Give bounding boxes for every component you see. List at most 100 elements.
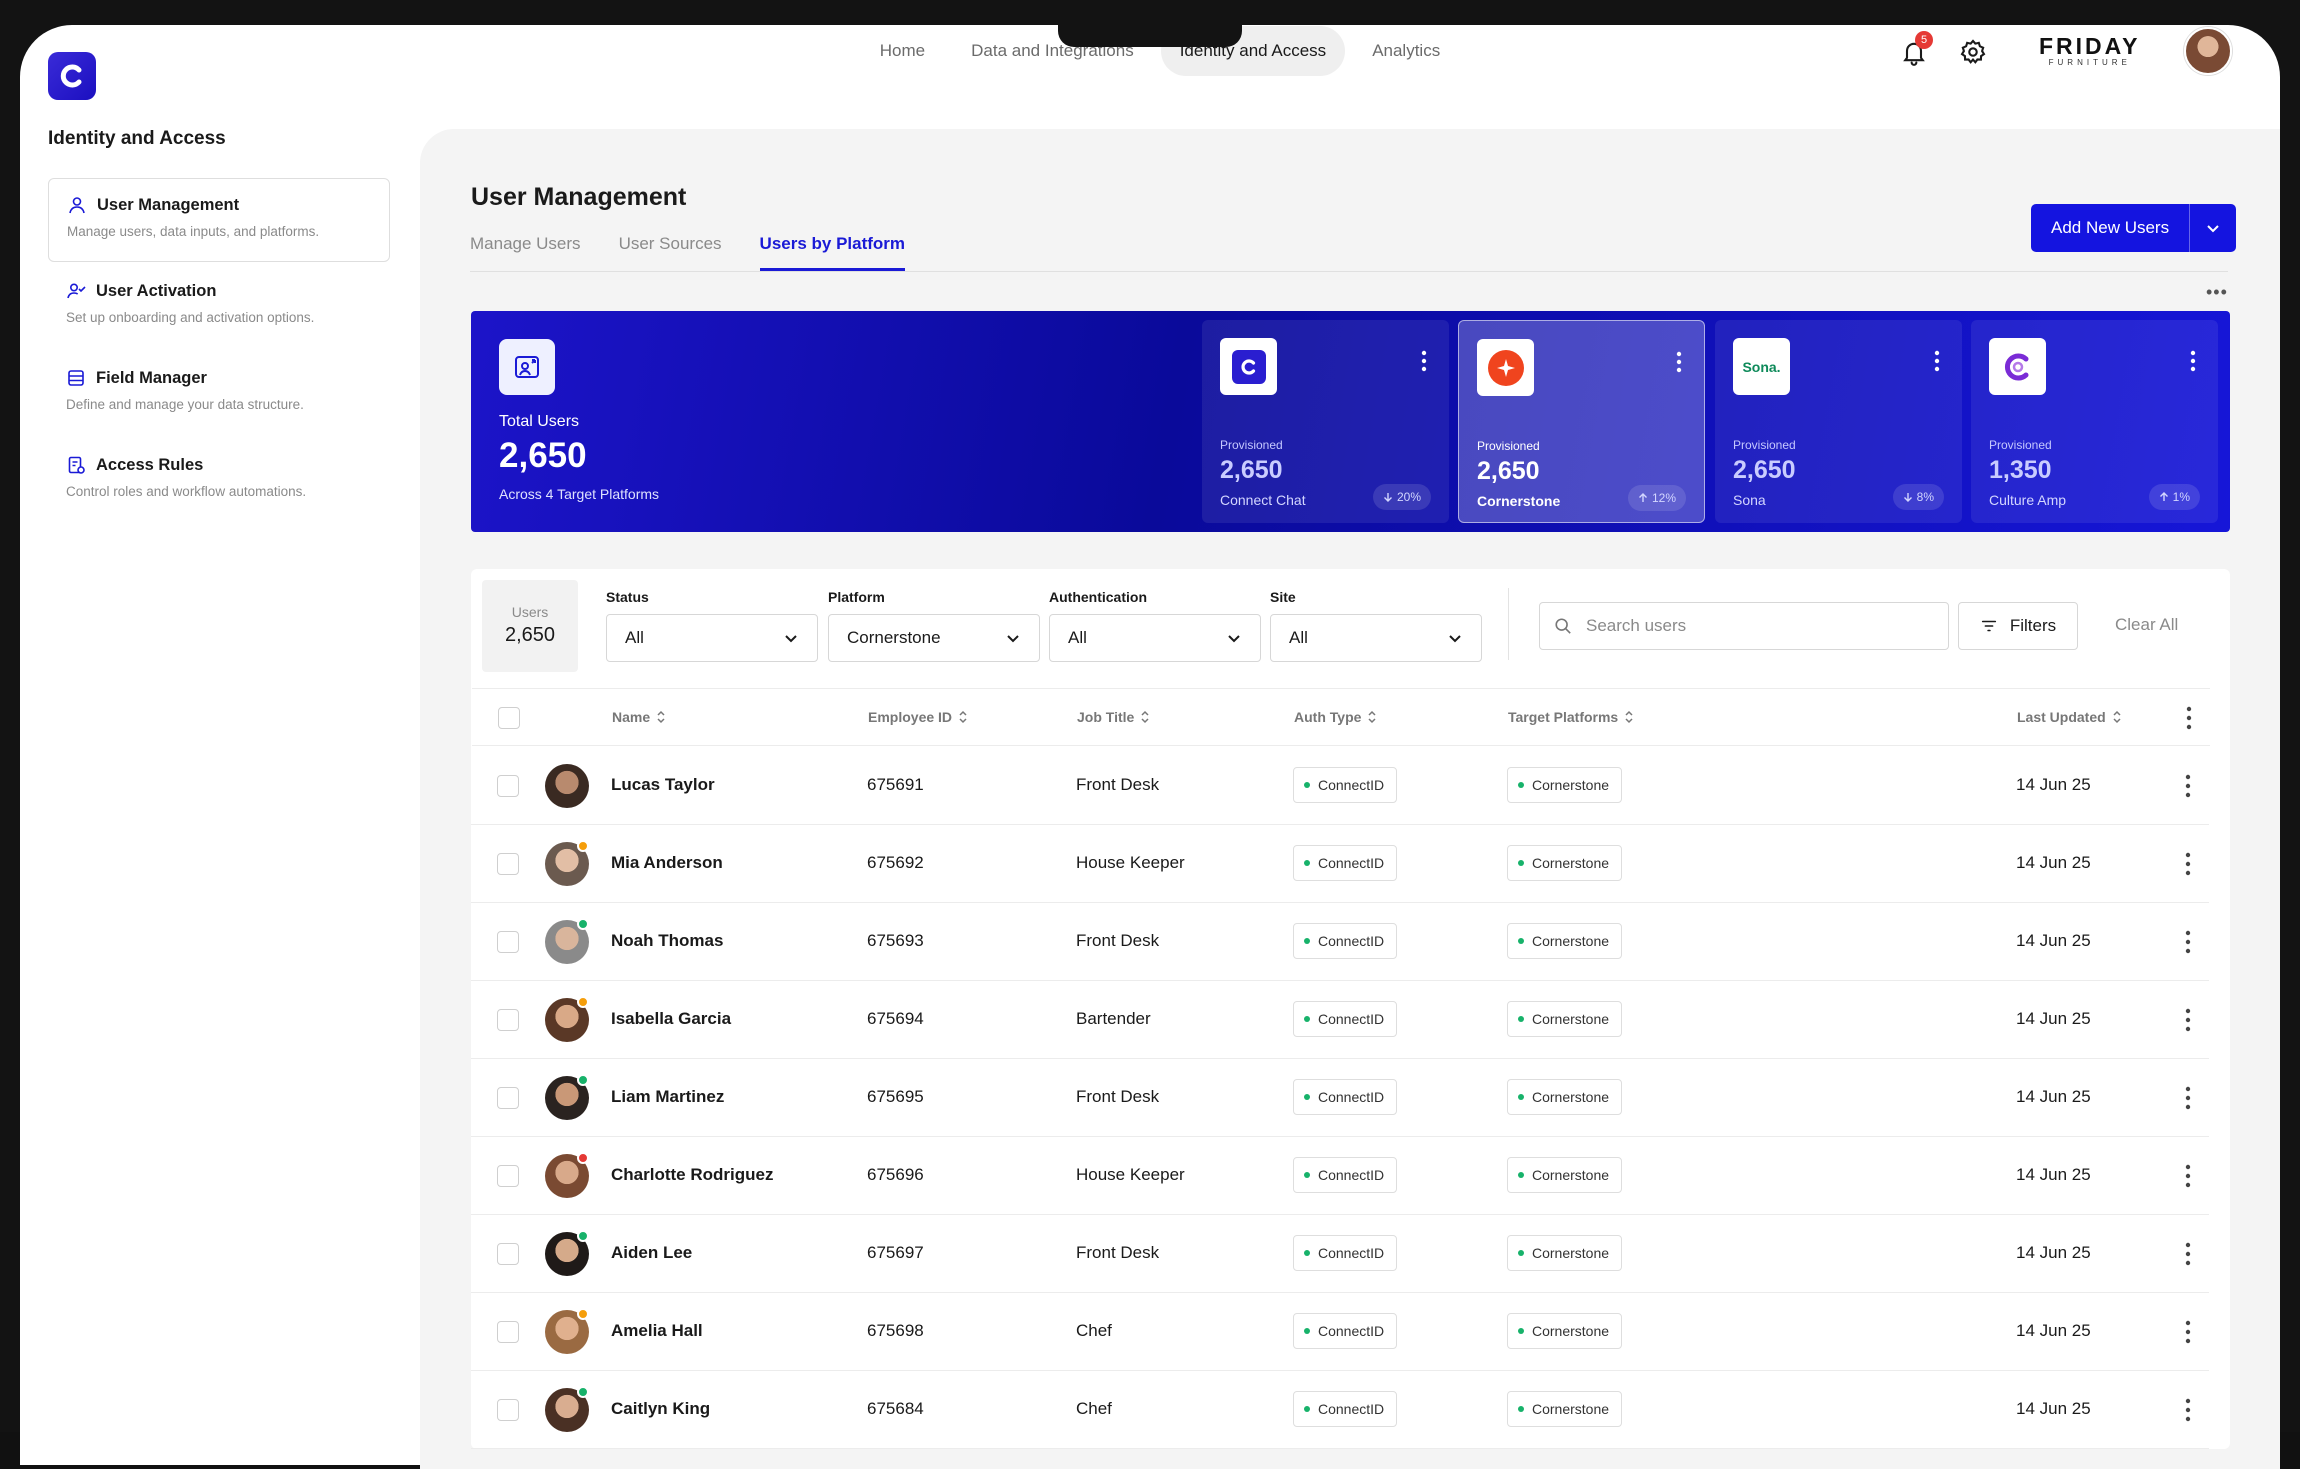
sort-icon — [1141, 710, 1149, 724]
platform-card-culture-amp[interactable]: Provisioned 1,350 Culture Amp 1% — [1971, 320, 2218, 523]
header-auth-type[interactable]: Auth Type — [1294, 709, 1377, 725]
tab-manage-users[interactable]: Manage Users — [470, 234, 581, 271]
status-dot — [1304, 1016, 1310, 1022]
user-name[interactable]: Amelia Hall — [611, 1321, 703, 1341]
table-row[interactable]: Noah Thomas 675693 Front Desk ConnectID Corn… — [471, 903, 2209, 981]
add-users-dropdown-toggle[interactable] — [2190, 204, 2236, 252]
column-options-icon[interactable] — [2185, 703, 2193, 733]
platform-card-sona[interactable]: Sona. Provisioned 2,650 Sona 8% — [1715, 320, 1962, 523]
table-row[interactable]: Lucas Taylor 675691 Front Desk ConnectID Cor… — [471, 747, 2209, 825]
card-menu-icon[interactable] — [2190, 350, 2196, 372]
status-select[interactable]: All — [606, 614, 818, 662]
nav-home[interactable]: Home — [861, 26, 944, 76]
chevron-down-icon — [785, 635, 797, 643]
tab-users-by-platform[interactable]: Users by Platform — [759, 234, 906, 271]
user-name[interactable]: Lucas Taylor — [611, 775, 715, 795]
table-row[interactable]: Charlotte Rodriguez 675696 House Keeper Con… — [471, 1137, 2209, 1215]
status-dot — [1304, 860, 1310, 866]
row-checkbox[interactable] — [497, 1321, 519, 1343]
header-last-updated-label: Last Updated — [2017, 709, 2106, 725]
card-menu-icon[interactable] — [1934, 350, 1940, 372]
provisioned-value: 1,350 — [1989, 456, 2052, 484]
job-title: Front Desk — [1076, 1243, 1160, 1262]
row-menu-icon[interactable] — [2184, 849, 2192, 879]
row-menu-icon[interactable] — [2184, 1161, 2192, 1191]
authentication-select[interactable]: All — [1049, 614, 1261, 662]
settings-gear-icon[interactable] — [1959, 38, 1987, 66]
tab-user-sources[interactable]: User Sources — [619, 234, 722, 271]
table-row[interactable]: Liam Martinez 675695 Front Desk ConnectID Co… — [471, 1059, 2209, 1137]
row-menu-icon[interactable] — [2184, 1395, 2192, 1425]
header-job-title[interactable]: Job Title — [1077, 709, 1150, 725]
user-name[interactable]: Caitlyn King — [611, 1399, 710, 1419]
card-menu-icon[interactable] — [1676, 351, 1682, 373]
row-checkbox[interactable] — [497, 1243, 519, 1265]
row-menu-icon[interactable] — [2184, 1317, 2192, 1347]
user-name[interactable]: Mia Anderson — [611, 853, 723, 873]
user-avatar[interactable] — [2184, 27, 2232, 75]
target-platform-badge: Cornerstone — [1507, 1001, 1623, 1037]
header-name[interactable]: Name — [612, 709, 666, 725]
sidebar-item-user-management[interactable]: User Management Manage users, data inputs… — [48, 178, 390, 262]
row-checkbox[interactable] — [497, 1399, 519, 1421]
row-checkbox[interactable] — [497, 1009, 519, 1031]
user-name[interactable]: Noah Thomas — [611, 931, 723, 951]
table-row[interactable]: Mia Anderson 675692 House Keeper ConnectID C… — [471, 825, 2209, 903]
search-input[interactable]: Search users — [1539, 602, 1949, 650]
authentication-filter-label: Authentication — [1049, 589, 1147, 605]
user-name[interactable]: Charlotte Rodriguez — [611, 1165, 773, 1185]
row-checkbox[interactable] — [497, 1165, 519, 1187]
table-row[interactable]: Caitlyn King 675684 Chef ConnectID Cornersto… — [471, 1371, 2209, 1449]
provisioned-label: Provisioned — [1220, 438, 1283, 452]
row-checkbox[interactable] — [497, 931, 519, 953]
header-last-updated[interactable]: Last Updated — [2017, 709, 2122, 725]
target-platform-badge: Cornerstone — [1507, 1235, 1623, 1271]
presence-status-dot — [577, 840, 589, 852]
add-new-users-label[interactable]: Add New Users — [2031, 204, 2191, 252]
table-row[interactable]: Aiden Lee 675697 Front Desk ConnectID Corner… — [471, 1215, 2209, 1293]
status-dot — [1304, 1172, 1310, 1178]
platform-card-connect-chat[interactable]: Provisioned 2,650 Connect Chat 20% — [1202, 320, 1449, 523]
table-row[interactable]: Isabella Garcia 675694 Bartender ConnectID C… — [471, 981, 2209, 1059]
filters-button[interactable]: Filters — [1958, 602, 2078, 650]
platform-filter: Platform Cornerstone — [828, 589, 1040, 662]
sidebar-item-field-manager[interactable]: Field Manager Define and manage your data… — [48, 352, 390, 436]
sidebar-item-access-rules[interactable]: Access Rules Control roles and workflow a… — [48, 439, 390, 523]
target-platform-label: Cornerstone — [1532, 1011, 1610, 1027]
user-name[interactable]: Aiden Lee — [611, 1243, 692, 1263]
header-target-platforms[interactable]: Target Platforms — [1508, 709, 1634, 725]
header-job-title-label: Job Title — [1077, 709, 1135, 725]
clear-all-button[interactable]: Clear All — [2115, 615, 2178, 635]
add-new-users-button[interactable]: Add New Users — [2031, 204, 2237, 252]
platform-select[interactable]: Cornerstone — [828, 614, 1040, 662]
brand-logo: FRIDAY FURNITURE — [2039, 33, 2141, 67]
brand-subtitle: FURNITURE — [2048, 58, 2131, 67]
row-checkbox[interactable] — [497, 775, 519, 797]
card-menu-icon[interactable] — [1421, 350, 1427, 372]
row-menu-icon[interactable] — [2184, 927, 2192, 957]
platform-card-cornerstone[interactable]: Provisioned 2,650 Cornerstone 12% — [1458, 320, 1705, 523]
user-name[interactable]: Liam Martinez — [611, 1087, 724, 1107]
row-menu-icon[interactable] — [2184, 771, 2192, 801]
filter-divider — [1508, 588, 1509, 660]
site-select[interactable]: All — [1270, 614, 1482, 662]
row-menu-icon[interactable] — [2184, 1083, 2192, 1113]
sidebar-item-user-activation[interactable]: User Activation Set up onboarding and act… — [48, 265, 390, 349]
nav-analytics[interactable]: Analytics — [1353, 26, 1459, 76]
row-menu-icon[interactable] — [2184, 1005, 2192, 1035]
more-options-icon[interactable]: ••• — [2206, 282, 2228, 303]
presence-status-dot — [577, 918, 589, 930]
table-row[interactable]: Amelia Hall 675698 Chef ConnectID Cornerston… — [471, 1293, 2209, 1371]
employee-id: 675693 — [867, 931, 924, 950]
row-menu-icon[interactable] — [2184, 1239, 2192, 1269]
search-placeholder: Search users — [1586, 616, 1687, 635]
auth-type-badge: ConnectID — [1293, 923, 1398, 959]
status-dot — [1304, 1406, 1310, 1412]
select-all-checkbox[interactable] — [498, 707, 520, 729]
user-name[interactable]: Isabella Garcia — [611, 1009, 731, 1029]
row-checkbox[interactable] — [497, 1087, 519, 1109]
target-platform-label: Cornerstone — [1532, 1167, 1610, 1183]
employee-id: 675684 — [867, 1399, 924, 1418]
header-employee-id[interactable]: Employee ID — [868, 709, 968, 725]
row-checkbox[interactable] — [497, 853, 519, 875]
